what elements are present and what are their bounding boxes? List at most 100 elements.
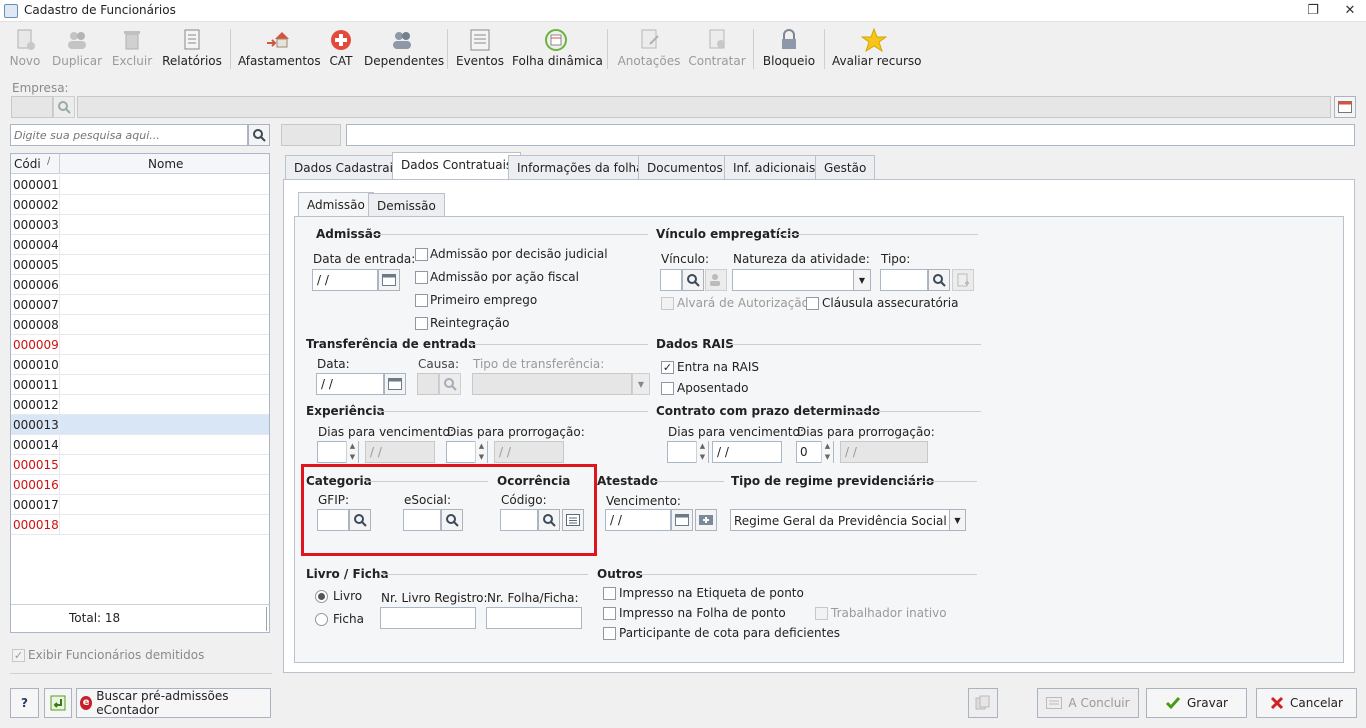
employee-code-field[interactable]	[281, 124, 341, 146]
chk-alvara[interactable]	[661, 297, 674, 310]
spinner-arrows-icon[interactable]: ▲ ▼	[821, 441, 833, 463]
tab-inf-adicionais[interactable]: Inf. adicionais	[724, 155, 825, 179]
subtab-admissao[interactable]: Admissão	[298, 192, 374, 217]
chk-acao-fiscal[interactable]	[415, 271, 428, 284]
tab-informacoes-folha[interactable]: Informações da folha	[508, 155, 653, 179]
anotacoes-button[interactable]: Anotações	[616, 23, 682, 75]
spinner-arrows-icon[interactable]: ▲ ▼	[696, 441, 708, 463]
spinner-arrows-icon[interactable]: ▲ ▼	[346, 441, 358, 463]
table-row[interactable]: 000013	[11, 415, 269, 435]
search-input[interactable]	[10, 124, 248, 146]
empresa-search-button[interactable]	[53, 96, 75, 118]
empresa-calendar-button[interactable]	[1334, 96, 1356, 118]
subtab-demissao[interactable]: Demissão	[368, 193, 445, 217]
table-row[interactable]: 000002	[11, 195, 269, 215]
transf-data-input[interactable]: / /	[316, 373, 384, 395]
atestado-venc-input[interactable]: / /	[605, 509, 671, 531]
exp-venc-spinner[interactable]: ▲ ▼	[317, 441, 359, 463]
empresa-code-input[interactable]	[11, 96, 53, 118]
eventos-button[interactable]: Eventos	[455, 23, 505, 75]
show-dismissed-checkbox[interactable]: ✓	[12, 649, 25, 662]
contratar-button[interactable]: Contratar	[688, 23, 746, 75]
table-row[interactable]: 000009	[11, 335, 269, 355]
tipo-search-button[interactable]	[928, 269, 950, 291]
nr-folha-input[interactable]	[486, 607, 582, 629]
chk-trabalhador-inativo[interactable]	[815, 607, 828, 620]
avaliar-recurso-button[interactable]: Avaliar recurso	[832, 23, 922, 75]
cat-button[interactable]: CAT	[324, 23, 358, 75]
table-row[interactable]: 000016	[11, 475, 269, 495]
col-name-header[interactable]: Nome	[148, 157, 183, 171]
nr-livro-input[interactable]	[380, 607, 476, 629]
tab-dados-cadastrais[interactable]: Dados Cadastrais	[285, 155, 409, 179]
duplicar-button[interactable]: Duplicar	[52, 23, 102, 75]
import-button[interactable]	[44, 688, 72, 718]
chk-reintegracao[interactable]	[415, 317, 428, 330]
tab-documentos[interactable]: Documentos	[638, 155, 732, 179]
chk-clausula[interactable]	[806, 297, 819, 310]
natureza-select[interactable]	[732, 269, 854, 291]
chk-primeiro-emprego[interactable]	[415, 294, 428, 307]
col-code-header[interactable]: Códi	[14, 157, 41, 171]
chk-etiqueta-ponto[interactable]	[603, 587, 616, 600]
folha-dinamica-button[interactable]: Folha dinâmica	[512, 23, 603, 75]
restore-icon[interactable]: ❐	[1303, 2, 1323, 20]
help-button[interactable]: ?	[10, 688, 39, 718]
novo-button[interactable]: Novo	[6, 23, 44, 75]
table-row[interactable]: 000010	[11, 355, 269, 375]
table-row[interactable]: 000008	[11, 315, 269, 335]
a-concluir-button[interactable]: A Concluir	[1037, 688, 1139, 718]
vinculo-input[interactable]	[660, 269, 682, 291]
data-entrada-input[interactable]: / /	[312, 269, 378, 291]
relatorios-button[interactable]: Relatórios	[162, 23, 222, 75]
atestado-calendar[interactable]	[671, 509, 693, 531]
tab-gestao[interactable]: Gestão	[815, 155, 876, 179]
search-button[interactable]	[248, 124, 270, 146]
chk-decisao-judicial[interactable]	[415, 248, 428, 261]
table-row[interactable]: 000003	[11, 215, 269, 235]
gravar-button[interactable]: Gravar	[1146, 688, 1247, 718]
bloqueio-button[interactable]: Bloqueio	[761, 23, 817, 75]
excluir-button[interactable]: Excluir	[110, 23, 154, 75]
table-row[interactable]: 000014	[11, 435, 269, 455]
table-row[interactable]: 000017	[11, 495, 269, 515]
chk-aposentado[interactable]	[661, 382, 674, 395]
radio-livro[interactable]	[315, 590, 328, 603]
empresa-name-input[interactable]	[77, 96, 1331, 118]
tipo-transf-select[interactable]	[472, 373, 632, 395]
vinculo-add-button[interactable]	[705, 269, 727, 291]
cont-venc-date[interactable]: / /	[712, 441, 782, 463]
transf-data-calendar[interactable]	[384, 373, 406, 395]
chk-entra-rais[interactable]: ✓	[661, 361, 674, 374]
causa-input[interactable]	[417, 373, 439, 395]
spinner-arrows-icon[interactable]: ▲ ▼	[475, 441, 487, 463]
cont-venc-spinner[interactable]: ▲ ▼	[667, 441, 709, 463]
close-icon[interactable]: ✕	[1340, 2, 1360, 20]
table-row[interactable]: 000004	[11, 235, 269, 255]
afastamentos-button[interactable]: Afastamentos	[238, 23, 321, 75]
exp-prorrog-date[interactable]: / /	[494, 441, 564, 463]
tab-dados-contratuais[interactable]: Dados Contratuais	[392, 152, 522, 180]
table-row[interactable]: 000012	[11, 395, 269, 415]
tipo-transf-dropdown[interactable]: ▼	[632, 373, 650, 395]
radio-ficha[interactable]	[315, 613, 328, 626]
vinculo-search-button[interactable]	[682, 269, 704, 291]
exp-prorrog-spinner[interactable]: ▲ ▼	[446, 441, 488, 463]
regime-dropdown[interactable]: ▼	[949, 509, 966, 531]
regime-select[interactable]: Regime Geral da Previdência Social (RGP	[730, 509, 950, 531]
table-row[interactable]: 000018	[11, 515, 269, 535]
buscar-pre-admissoes-button[interactable]: e Buscar pré-admissões eContador	[76, 688, 271, 718]
natureza-dropdown[interactable]: ▼	[853, 269, 871, 291]
employee-name-field[interactable]	[346, 124, 1355, 146]
cancelar-button[interactable]: Cancelar	[1256, 688, 1357, 718]
data-entrada-calendar[interactable]	[378, 269, 400, 291]
atestado-add-button[interactable]	[695, 509, 717, 531]
table-row[interactable]: 000011	[11, 375, 269, 395]
cont-prorrog-spinner[interactable]: 0 ▲ ▼	[796, 441, 834, 463]
copy-button[interactable]	[968, 688, 998, 718]
tipo-input[interactable]	[880, 269, 928, 291]
table-row[interactable]: 000015	[11, 455, 269, 475]
table-row[interactable]: 000005	[11, 255, 269, 275]
table-row[interactable]: 000007	[11, 295, 269, 315]
chk-cota-deficientes[interactable]	[603, 627, 616, 640]
